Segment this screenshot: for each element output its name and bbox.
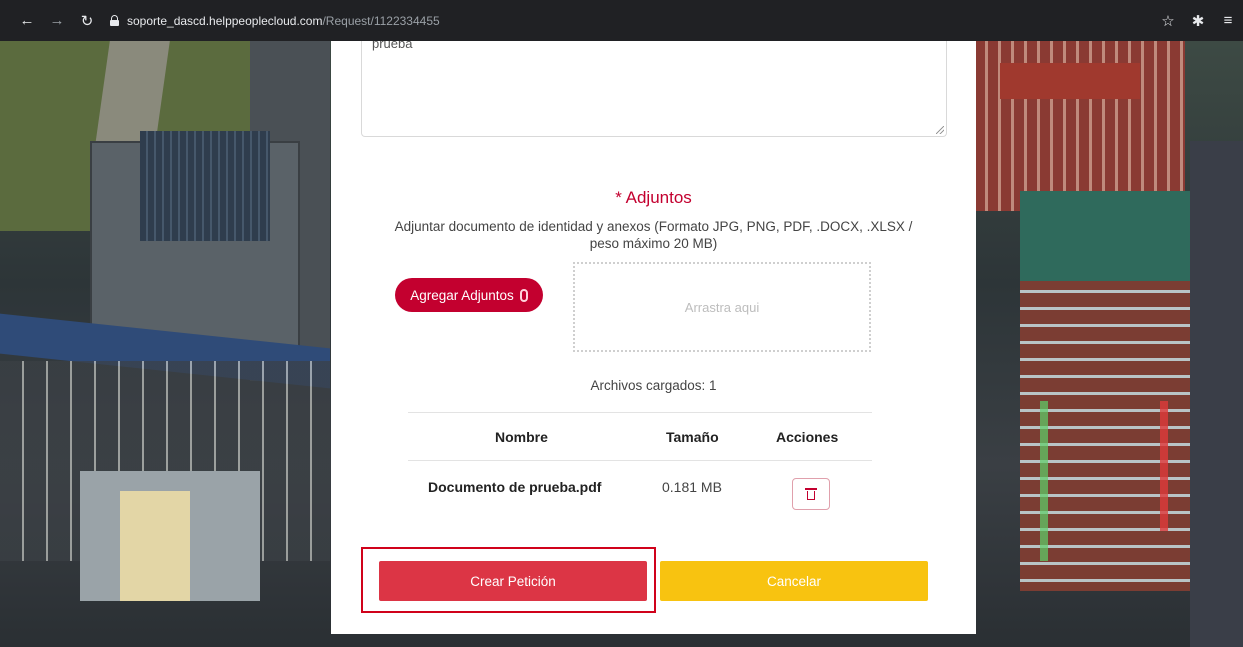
files-count-text: Archivos cargados: 1	[590, 378, 717, 393]
create-request-button[interactable]: Crear Petición	[379, 561, 647, 601]
column-header-size: Tamaño	[666, 429, 719, 445]
browser-toolbar: ← → ↻ soporte_dascd.helppeoplecloud.com /…	[0, 0, 1243, 41]
column-header-actions: Acciones	[776, 429, 839, 445]
forward-arrow-icon[interactable]: →	[46, 10, 68, 32]
file-size: 0.181 MB	[662, 479, 722, 495]
resize-grip-icon[interactable]	[936, 126, 944, 134]
reload-icon[interactable]: ↻	[76, 10, 98, 32]
url-path: /Request/1122334455	[322, 13, 440, 28]
attachments-title: * Adjuntos	[615, 188, 692, 207]
cancel-label: Cancelar	[766, 573, 822, 589]
drop-zone-label: Arrastra aqui	[684, 299, 760, 315]
trash-icon	[805, 488, 817, 500]
description-text: prueba	[372, 41, 413, 51]
drop-zone[interactable]: Arrastra aqui	[573, 262, 871, 352]
column-header-name: Nombre	[495, 429, 548, 445]
star-icon[interactable]: ☆	[1153, 12, 1183, 30]
attachments-table: Nombre Tamaño Acciones Documento de prue…	[408, 412, 872, 521]
add-attachments-label: Agregar Adjuntos	[410, 287, 514, 303]
address-bar[interactable]: soporte_dascd.helppeoplecloud.com/Reques…	[110, 8, 440, 34]
cancel-button[interactable]: Cancelar	[660, 561, 928, 601]
description-textarea[interactable]: prueba	[361, 41, 947, 137]
back-arrow-icon[interactable]: ←	[16, 10, 38, 32]
file-name: Documento de prueba.pdf	[428, 479, 602, 495]
menu-icon[interactable]: ≡	[1213, 12, 1243, 29]
extensions-icon[interactable]: ✱	[1183, 12, 1213, 30]
add-attachments-button[interactable]: Agregar Adjuntos	[395, 278, 543, 312]
table-row: Documento de prueba.pdf 0.181 MB	[408, 461, 872, 521]
create-request-label: Crear Petición	[470, 573, 556, 589]
url-host: soporte_dascd.helppeoplecloud.com	[127, 13, 323, 28]
request-form-panel: prueba * Adjuntos Adjuntar documento de …	[331, 41, 976, 634]
table-header-row: Nombre Tamaño Acciones	[408, 413, 872, 460]
paperclip-icon	[519, 288, 528, 302]
lock-icon	[110, 15, 119, 26]
delete-file-button[interactable]	[792, 478, 830, 510]
attachments-help-text: Adjuntar documento de identidad y anexos…	[394, 219, 913, 251]
